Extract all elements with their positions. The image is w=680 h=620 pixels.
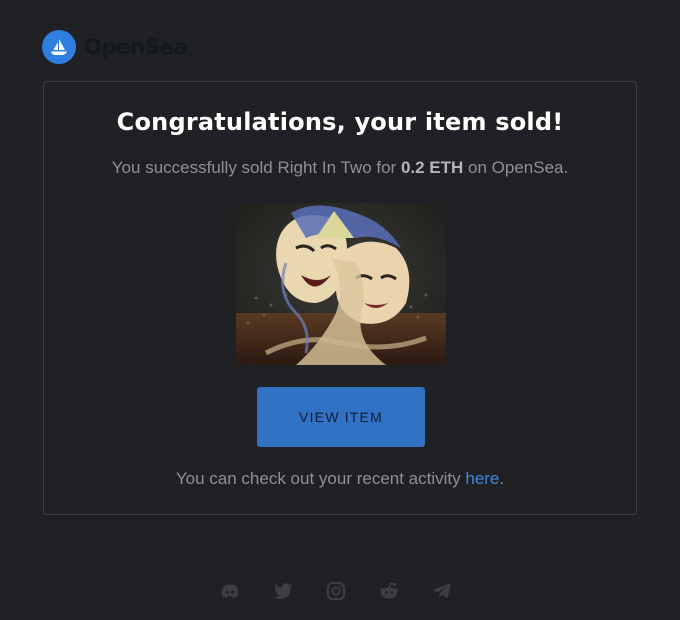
telegram-icon[interactable]: [431, 580, 453, 602]
opensea-brand[interactable]: OpenSea: [42, 30, 188, 64]
opensea-boat-icon: [42, 30, 76, 64]
twitter-icon[interactable]: [272, 580, 294, 602]
activity-link[interactable]: here: [465, 469, 499, 488]
item-image[interactable]: [236, 203, 446, 365]
social-links: [0, 580, 680, 602]
view-item-button[interactable]: VIEW ITEM: [257, 387, 425, 447]
sale-summary: You successfully sold Right In Two for 0…: [44, 158, 636, 178]
page-title: Congratulations, your item sold!: [116, 108, 564, 136]
instagram-icon[interactable]: [325, 580, 347, 602]
activity-prefix: You can check out your recent activity: [175, 469, 466, 488]
sale-notification-card: Congratulations, your item sold! You suc…: [43, 81, 637, 515]
brand-name: OpenSea: [84, 35, 188, 59]
activity-suffix: .: [499, 469, 505, 488]
activity-note: You can check out your recent activity h…: [44, 469, 636, 489]
reddit-icon[interactable]: [378, 580, 400, 602]
discord-icon[interactable]: [219, 580, 241, 602]
sale-summary-suffix: on OpenSea.: [463, 158, 569, 177]
sale-price: 0.2 ETH: [400, 158, 464, 177]
sale-summary-prefix: You successfully sold Right In Two for: [111, 158, 401, 177]
